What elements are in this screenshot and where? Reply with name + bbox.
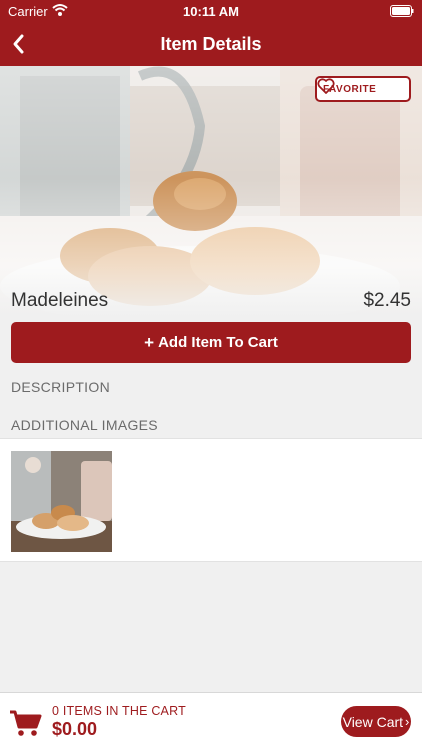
cart-total: $0.00 — [52, 719, 98, 739]
add-to-cart-button[interactable]: + Add Item To Cart — [11, 322, 411, 363]
item-price: $2.45 — [363, 290, 411, 311]
item-name: Madeleines — [11, 290, 109, 311]
plus-icon: + — [144, 332, 155, 352]
nav-bar: Item Details — [0, 22, 422, 66]
top-header: Carrier 10:11 AM Item Details — [0, 0, 422, 66]
heart-icon — [317, 78, 335, 94]
hero-gradient-overlay — [0, 66, 422, 316]
battery-icon — [390, 5, 414, 17]
page-title: Item Details — [160, 34, 262, 54]
additional-images-heading: ADDITIONAL IMAGES — [11, 417, 158, 433]
view-cart-button[interactable]: View Cart › — [341, 706, 411, 737]
description-heading: DESCRIPTION — [11, 379, 110, 395]
additional-image-thumbnail[interactable] — [11, 451, 112, 552]
add-to-cart-label: Add Item To Cart — [158, 334, 278, 351]
status-time: 10:11 AM — [183, 4, 239, 19]
additional-images-gallery — [0, 438, 422, 562]
chevron-right-icon: › — [405, 714, 410, 729]
item-hero-image: FAVORITE — [0, 66, 422, 316]
status-bar: Carrier 10:11 AM — [0, 0, 422, 22]
cart-item-count: 0 ITEMS IN THE CART — [52, 704, 186, 718]
cart-summary-bar: 0 ITEMS IN THE CART $0.00 View Cart › — [0, 692, 422, 750]
favorite-button[interactable]: FAVORITE — [315, 76, 411, 102]
cart-icon — [10, 710, 42, 736]
view-cart-label: View Cart — [342, 713, 404, 730]
